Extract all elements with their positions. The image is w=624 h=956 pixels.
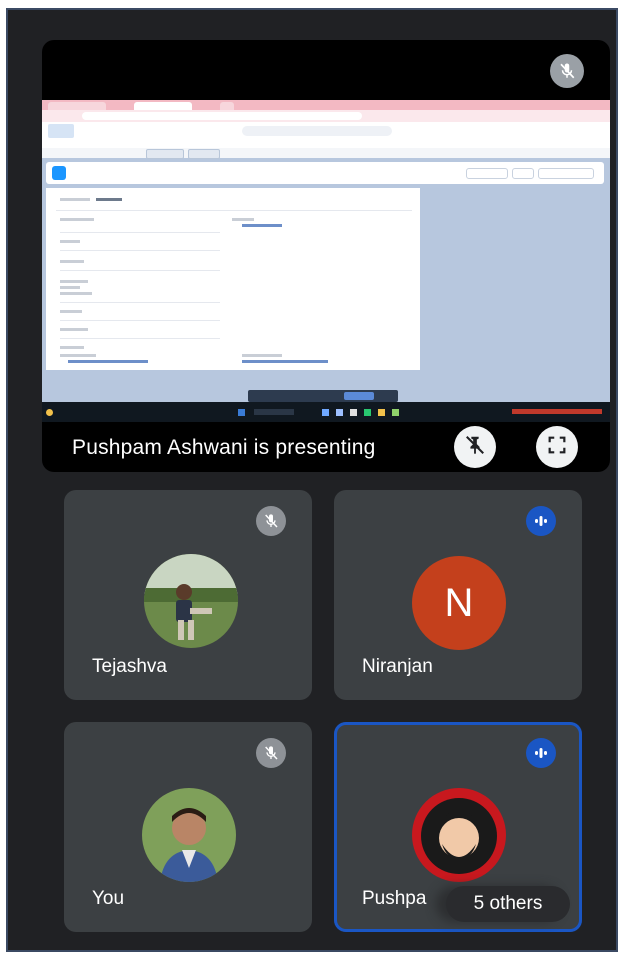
participant-tile-active[interactable]: Pushpa 5 others <box>334 722 582 932</box>
participant-tile[interactable]: N Niranjan <box>334 490 582 700</box>
participant-tile[interactable]: You <box>64 722 312 932</box>
participant-name: You <box>92 888 125 909</box>
participant-name: Niranjan <box>362 656 433 677</box>
participant-tile[interactable]: Tejashva <box>64 490 312 700</box>
speaking-indicator-icon <box>526 738 556 768</box>
mic-off-icon <box>256 738 286 768</box>
avatar: N <box>412 556 506 650</box>
speaking-indicator-icon <box>526 506 556 536</box>
mic-off-icon <box>256 506 286 536</box>
unpin-button[interactable] <box>454 426 496 468</box>
presentation-tile[interactable]: Pushpam Ashwani is presenting <box>42 40 610 472</box>
avatar <box>142 788 236 882</box>
mic-off-icon <box>550 54 584 88</box>
fullscreen-icon <box>546 434 568 461</box>
meeting-window: Pushpam Ashwani is presenting Tejashva N… <box>6 8 618 952</box>
others-button[interactable]: 5 others <box>446 886 570 922</box>
fullscreen-button[interactable] <box>536 426 578 468</box>
participant-name: Pushpa <box>362 888 427 909</box>
avatar <box>412 788 506 882</box>
shared-screen <box>42 100 610 422</box>
unpin-icon <box>464 434 486 461</box>
participant-name: Tejashva <box>92 656 167 677</box>
presenting-caption: Pushpam Ashwani is presenting <box>72 436 376 459</box>
avatar <box>144 554 238 648</box>
